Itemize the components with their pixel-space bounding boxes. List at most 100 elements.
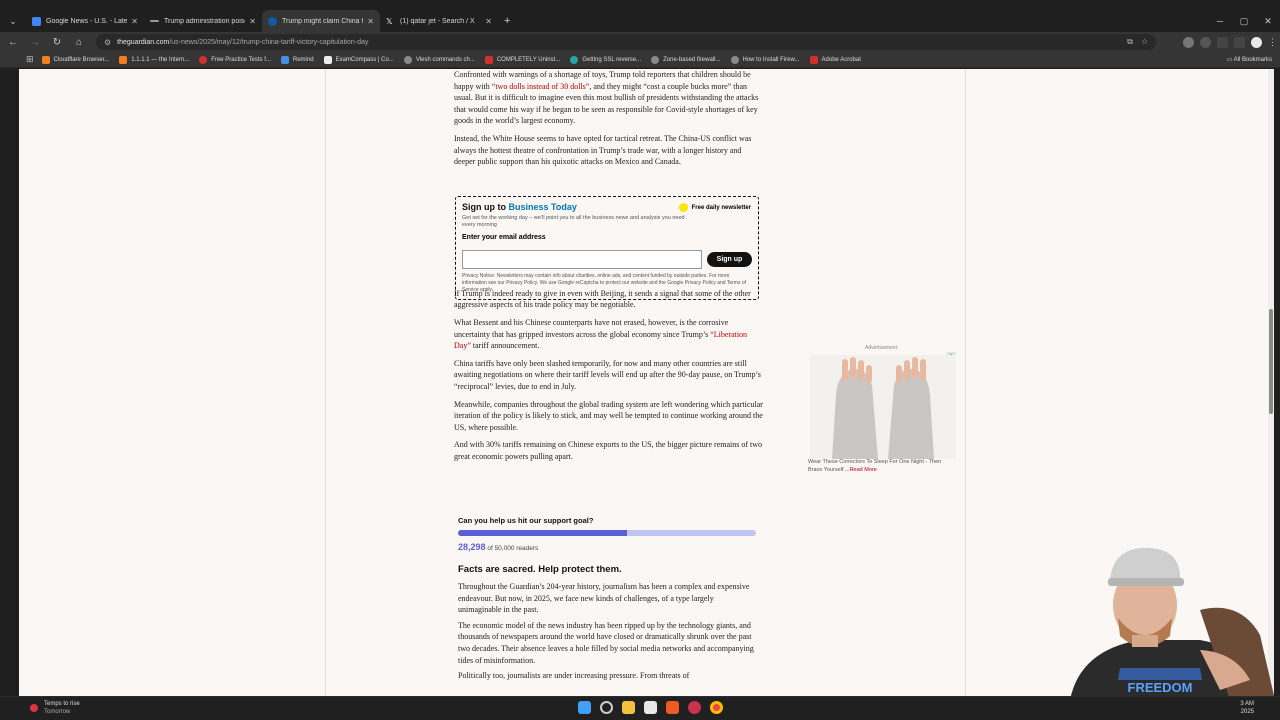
page-favicon-icon: [150, 20, 159, 22]
article-paragraph: Meanwhile, companies throughout the glob…: [454, 399, 763, 432]
article-link-two-dolls[interactable]: “two dolls instead of 30 dolls”: [492, 82, 590, 91]
all-bookmarks-label: All Bookmarks: [1233, 57, 1272, 63]
home-icon[interactable]: ⌂: [70, 37, 88, 48]
url-path: /us-news/2025/may/12/trump-china-tariff-…: [169, 38, 369, 46]
cloudflare-icon: [119, 55, 128, 64]
file-explorer-icon[interactable]: [622, 701, 635, 714]
bookmark-install-firewall[interactable]: How to Install Firew...: [730, 55, 800, 64]
address-bar[interactable]: ⚙ theguardian.com/us-news/2025/may/12/tr…: [96, 34, 1156, 50]
bookmark-label: How to Install Firew...: [742, 56, 800, 63]
article-paragraph: What Bessent and his Chinese counterpart…: [454, 317, 748, 351]
site-icon: [484, 55, 493, 64]
tab-title: Trump might claim China tariff: [282, 17, 363, 25]
globe-icon: [570, 55, 579, 64]
signup-description: Get set for the working day – we’ll poin…: [462, 215, 685, 228]
omnibox-actions: ⧉ ☆: [1127, 34, 1148, 50]
globe-icon: [651, 55, 660, 64]
forward-arrow-icon[interactable]: →: [26, 37, 44, 48]
webcam-overlay: FREEDOM: [1070, 547, 1275, 700]
app-icon[interactable]: [688, 701, 701, 714]
guardian-favicon-icon: [268, 16, 277, 26]
close-icon[interactable]: ✕: [249, 17, 256, 26]
close-window-icon[interactable]: ✕: [1256, 10, 1280, 32]
support-progress-bar: [458, 530, 756, 536]
email-field[interactable]: [462, 250, 702, 269]
url-domain: theguardian.com: [117, 38, 170, 46]
system-clock[interactable]: 3 AM 2025: [1240, 700, 1254, 716]
url-text: theguardian.com/us-news/2025/may/12/trum…: [117, 39, 368, 46]
bookmark-firewall[interactable]: Zone-based firewall...: [651, 55, 721, 64]
taskbar-apps: [578, 701, 723, 714]
tab-guardian-article[interactable]: Trump might claim China tariff ✕: [262, 10, 380, 32]
cloudflare-icon: [41, 55, 50, 64]
chrome-icon[interactable]: [710, 701, 723, 714]
tab-trump-administration[interactable]: Trump administration poised to ✕: [144, 10, 262, 32]
article-paragraph: China tariffs have only been slashed tem…: [454, 358, 761, 391]
tab-strip: ⌄ Google News - U.S. - Latest ✕ Trump ad…: [0, 10, 1280, 32]
download-icon[interactable]: [1234, 36, 1245, 48]
bookmark-label: Free Practice Tests f...: [211, 56, 271, 63]
bookmark-adobe[interactable]: Adobe Acrobat: [809, 55, 861, 64]
close-icon[interactable]: ✕: [131, 17, 138, 26]
bookmark-star-icon[interactable]: ☆: [1141, 34, 1148, 50]
advertisement[interactable]: Advertisement ✕ Wear These Correctors To…: [806, 345, 956, 480]
weather-widget[interactable]: Temps to rise Tomorrow: [44, 700, 80, 716]
examcompass-icon: [323, 55, 332, 64]
folder-icon: ▭: [1226, 57, 1234, 63]
store-icon[interactable]: [644, 701, 657, 714]
install-app-icon[interactable]: ⧉: [1127, 34, 1133, 50]
site-info-icon[interactable]: ⚙: [104, 38, 111, 47]
bookmark-examcompass[interactable]: ExamCompass | Co...: [323, 55, 394, 64]
reload-icon[interactable]: ↻: [48, 37, 66, 48]
support-heading: Facts are sacred. Help protect them.: [458, 564, 622, 575]
tab-x-search[interactable]: 𝕏 (1) qatar jet - Search / X ✕: [380, 10, 498, 32]
bookmark-label: COMPLETELY Uninst...: [496, 56, 561, 63]
close-icon[interactable]: ✕: [485, 17, 492, 26]
close-icon[interactable]: ✕: [367, 17, 374, 26]
bookmark-uninstall[interactable]: COMPLETELY Uninst...: [484, 55, 561, 64]
scrollbar-thumb[interactable]: [1269, 309, 1273, 414]
bookmark-label: Cloudflare Browser...: [53, 56, 110, 63]
tab-title: Google News - U.S. - Latest: [46, 17, 128, 25]
ad-label: Advertisement: [865, 345, 897, 351]
tab-google-news[interactable]: Google News - U.S. - Latest ✕: [26, 10, 144, 32]
tab-search-chevron-icon[interactable]: ⌄: [0, 10, 26, 32]
kebab-menu-icon[interactable]: ⋮: [1268, 37, 1277, 48]
globe-icon: [730, 55, 739, 64]
article-paragraph: And with 30% tariffs remaining on Chines…: [454, 440, 763, 461]
column-rule-left: [325, 69, 326, 696]
taskbar: Temps to rise Tomorrow 3 AM 2025: [0, 696, 1280, 720]
extension-icon[interactable]: [1200, 36, 1211, 48]
globe-icon: [403, 55, 412, 64]
newsletter-signup: Sign up to Business Today Free daily new…: [455, 196, 759, 300]
extension-icon[interactable]: [1183, 36, 1194, 48]
google-news-favicon-icon: [32, 16, 41, 26]
bookmark-practice-tests[interactable]: Free Practice Tests f...: [199, 55, 271, 64]
all-bookmarks[interactable]: ▭ All Bookmarks: [1227, 56, 1272, 63]
bookmark-cloudflare[interactable]: Cloudflare Browser...: [41, 55, 110, 64]
support-paragraph: The economic model of the news industry …: [458, 620, 754, 665]
maximize-icon[interactable]: ▢: [1232, 10, 1256, 32]
new-tab-plus-icon[interactable]: +: [504, 15, 510, 27]
ad-caption[interactable]: Wear These Correctors To Sleep For One N…: [808, 458, 956, 474]
bookmark-remind[interactable]: Remind: [280, 55, 314, 64]
puzzle-icon[interactable]: [1217, 36, 1228, 48]
search-icon[interactable]: [600, 701, 613, 714]
remind-icon: [280, 55, 289, 64]
profile-avatar-icon[interactable]: [1251, 36, 1262, 48]
brave-icon[interactable]: [666, 701, 679, 714]
bookmark-label: Vlesh commands ch...: [415, 56, 475, 63]
bookmark-vlesh[interactable]: Vlesh commands ch...: [403, 55, 475, 64]
bookmark-ssl[interactable]: Getting SSL reverse...: [570, 55, 641, 64]
bookmark-label: Zone-based firewall...: [663, 56, 721, 63]
tab-list: Google News - U.S. - Latest ✕ Trump admi…: [26, 10, 498, 32]
bookmark-label: ExamCompass | Co...: [335, 56, 394, 63]
back-arrow-icon[interactable]: ←: [4, 37, 22, 48]
signup-button[interactable]: Sign up: [707, 252, 752, 267]
minimize-icon[interactable]: ─: [1208, 10, 1232, 32]
bookmark-label: 1.1.1.1 — the Intern...: [131, 56, 190, 63]
adobe-acrobat-icon: [809, 55, 818, 64]
apps-grid-icon[interactable]: ⊞: [26, 54, 34, 65]
bookmark-1111[interactable]: 1.1.1.1 — the Intern...: [119, 55, 190, 64]
windows-start-icon[interactable]: [578, 701, 591, 714]
